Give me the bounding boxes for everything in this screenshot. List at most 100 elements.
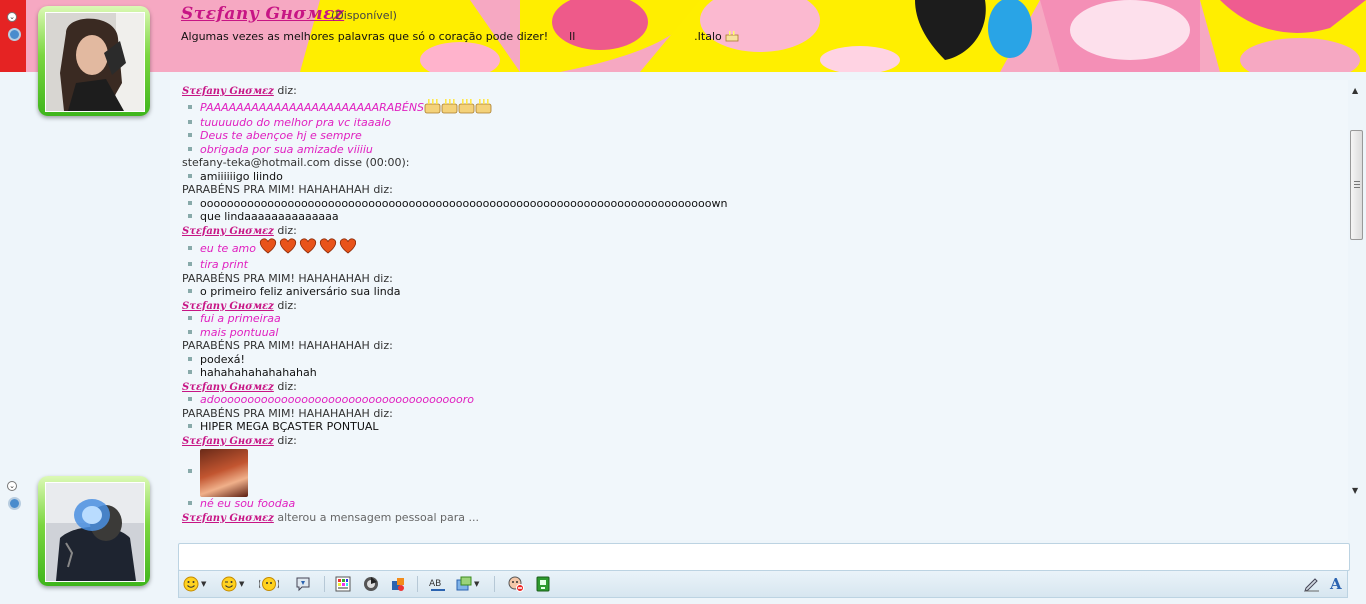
cake-icon <box>424 98 492 113</box>
sender-name[interactable]: Sτεfany Gнσмεz <box>182 382 274 393</box>
chevron-down-icon: ▼ <box>474 580 480 588</box>
message-line: mais pontuual <box>182 326 1342 340</box>
activities-icon <box>392 578 404 591</box>
emoticon-icon <box>183 576 199 592</box>
handwriting-button[interactable] <box>1303 574 1321 595</box>
contact-status: (Disponível) <box>331 9 397 22</box>
message-line <box>182 447 1342 497</box>
scroll-up-arrow[interactable]: ▲ <box>1352 86 1358 95</box>
says-label: diz: <box>277 379 297 393</box>
message-line: fui a primeiraa <box>182 312 1342 326</box>
voice-clip-button[interactable] <box>295 575 311 593</box>
message-sender-line: PARABÉNS PRA MIM! HAHAHAHAH diz: <box>182 407 1342 421</box>
message-text: né eu sou foodaa <box>200 497 296 510</box>
invite-icon <box>456 576 472 591</box>
sender-name[interactable]: Sτεfany Gнσмεz <box>182 436 274 447</box>
nudge-icon <box>259 577 279 591</box>
contact-avatar[interactable] <box>38 6 150 116</box>
conversation-scrollbar[interactable]: ▲ ▼ <box>1349 82 1365 514</box>
sender-name[interactable]: Sτεfany Gнσмεz <box>182 301 274 312</box>
sender-name: PARABÉNS PRA MIM! HAHAHAHAH diz: <box>182 183 393 196</box>
sender-name: PARABÉNS PRA MIM! HAHAHAHAH diz: <box>182 271 393 285</box>
games-button[interactable] <box>363 575 379 593</box>
message-line: Deus te abençoe hj e sempre <box>182 129 1342 143</box>
text-style-icon: AB <box>429 579 445 591</box>
message-line: oooooooooooooooooooooooooooooooooooooooo… <box>182 197 1342 211</box>
says-label: diz: <box>277 84 297 97</box>
message-line: obrigada por sua amizade viiiiu <box>182 143 1342 157</box>
text-style-button[interactable]: AB <box>429 575 447 593</box>
font-button[interactable]: A <box>1330 575 1342 593</box>
activities-button[interactable] <box>390 575 406 593</box>
wink-icon <box>221 576 237 592</box>
status-event-line: Sτεfany Gнσмεz alterou a mensagem pessoa… <box>182 511 1342 525</box>
collapse-top-icon[interactable]: ⌄ <box>7 12 17 22</box>
shared-photo[interactable] <box>200 449 248 497</box>
grip-line <box>1354 187 1360 188</box>
compose-toolbar: ▼ ▼ AB ▼ <box>178 570 1348 598</box>
sender-name[interactable]: Sτεfany Gнσмεz <box>182 86 274 97</box>
mobile-button[interactable] <box>535 575 551 593</box>
message-sender-line: Sτεfany Gнσмεz diz: <box>182 84 1342 98</box>
message-input[interactable] <box>178 543 1350 571</box>
message-text: mais pontuual <box>200 325 279 339</box>
webcam-bottom-icon[interactable] <box>8 497 21 510</box>
conversation-history[interactable]: Sτεfany Gнσмεz diz: PAAAAAAAAAAAAAAAAAAAA… <box>170 80 1348 540</box>
message-text: hahahahahahahahah <box>200 366 317 379</box>
status-event-text: alterou a mensagem pessoal para ... <box>277 510 480 524</box>
heart-icon <box>259 238 356 254</box>
sender-name: PARABÉNS PRA MIM! HAHAHAHAH diz: <box>182 339 393 352</box>
my-photo <box>45 482 145 582</box>
collapse-bottom-icon[interactable]: ⌄ <box>7 481 17 491</box>
contact-name[interactable]: Sτεfany Gнσмεz <box>181 4 344 24</box>
message-line: tira print <box>182 258 1342 272</box>
toolbar-separator <box>324 576 325 592</box>
message-text: adooooooooooooooooooooooooooooooooooooor… <box>200 393 474 406</box>
sender-name: PARABÉNS PRA MIM! HAHAHAHAH diz: <box>182 406 393 420</box>
message-line: tuuuuudo do melhor pra vc itaaalo <box>182 116 1342 130</box>
toolbar-separator <box>494 576 495 592</box>
message-line: adooooooooooooooooooooooooooooooooooooor… <box>182 393 1342 407</box>
scroll-down-arrow[interactable]: ▼ <box>1352 486 1358 495</box>
voice-clip-icon <box>296 577 310 592</box>
invite-button[interactable]: ▼ <box>456 575 479 593</box>
chevron-down-icon: ▼ <box>239 580 245 588</box>
message-sender-line: Sτεfany Gнσмεz diz: <box>182 434 1342 448</box>
message-sender-line: PARABÉNS PRA MIM! HAHAHAHAH diz: <box>182 339 1342 353</box>
message-text: que lindaaaaaaaaaaaaaa <box>200 210 339 223</box>
sender-name: stefany-teka@hotmail.com disse (00:00): <box>182 156 410 169</box>
grip-line <box>1354 181 1360 182</box>
message-text: tira print <box>200 258 248 271</box>
wink-button[interactable]: ▼ <box>221 575 244 593</box>
my-photo-image <box>46 483 144 581</box>
message-text: podexá! <box>200 352 245 366</box>
message-text: amiiiiiigo liindo <box>200 169 283 183</box>
block-button[interactable] <box>508 575 524 593</box>
my-avatar[interactable] <box>38 476 150 586</box>
toolbar-separator <box>417 576 418 592</box>
nudge-button[interactable] <box>259 575 279 593</box>
block-icon <box>508 576 524 592</box>
message-sender-line: Sτεfany Gнσмεz diz: <box>182 380 1342 394</box>
sender-name[interactable]: Sτεfany Gнσмεz <box>182 226 274 237</box>
message-text: eu te amo <box>200 242 256 255</box>
says-label: diz: <box>277 223 297 237</box>
chevron-down-icon: ▼ <box>201 580 207 588</box>
scroll-thumb[interactable] <box>1350 130 1363 240</box>
message-line: né eu sou foodaa <box>182 497 1342 511</box>
background-button[interactable] <box>335 575 351 593</box>
sender-name[interactable]: Sτεfany Gнσмεz <box>182 513 274 524</box>
message-line: podexá! <box>182 353 1342 367</box>
message-text: tuuuuudo do melhor pra vc itaaalo <box>200 115 392 129</box>
webcam-top-icon[interactable] <box>8 28 21 41</box>
message-sender-line: Sτεfany Gнσмεz diz: <box>182 224 1342 238</box>
background-icon <box>335 576 351 592</box>
pen-icon <box>1304 578 1319 592</box>
svg-text:AB: AB <box>429 579 441 589</box>
grip-line <box>1354 184 1360 185</box>
message-line: eu te amo <box>182 237 1342 258</box>
emoticon-button[interactable]: ▼ <box>183 575 206 593</box>
message-sender-line: stefany-teka@hotmail.com disse (00:00): <box>182 156 1342 170</box>
message-list: Sτεfany Gнσмεz diz: PAAAAAAAAAAAAAAAAAAAA… <box>182 84 1342 524</box>
message-text: fui a primeiraa <box>200 312 281 325</box>
